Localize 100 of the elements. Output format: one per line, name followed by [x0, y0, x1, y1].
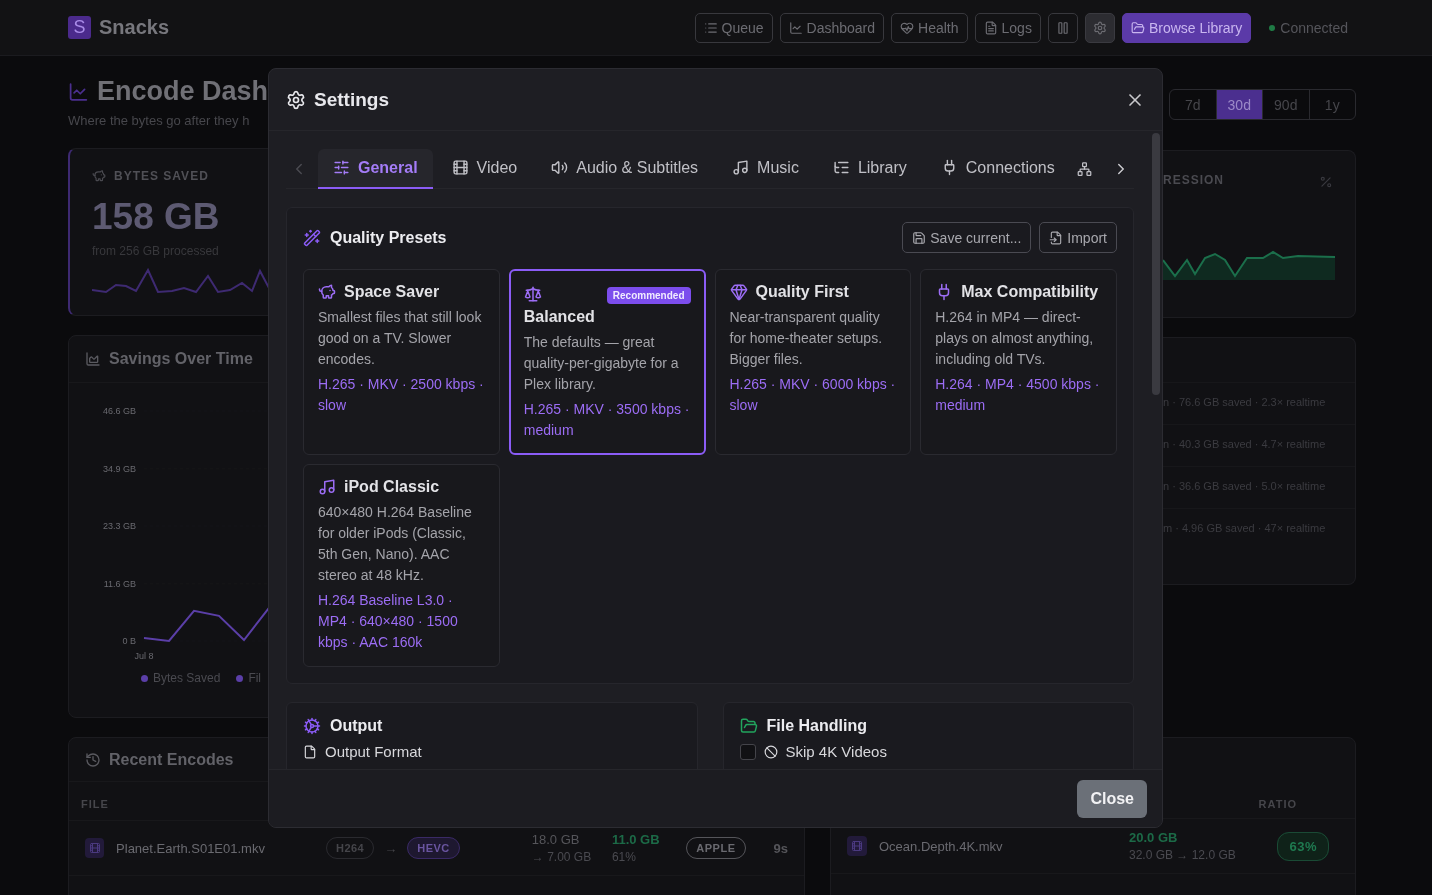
preset-specs: H.264 Baseline L3.0 · MP4 · 640×480 · 1500 kbps · AAC 160k: [318, 591, 459, 652]
preset-specs: H.264 · MP4 · 4500 kbps · medium: [935, 375, 1101, 415]
axis-tick-label: 0 B: [122, 636, 136, 646]
tab[interactable]: Library: [817, 148, 922, 189]
line-chart-icon: [788, 20, 803, 35]
option-label: Skip 4K Videos: [785, 743, 887, 760]
preset-card[interactable]: Max Compatibility H.264 in MP4 — direct-plays on almost anything, including old TVs. H.264 · MP4 · 4500 kbps · medium: [920, 269, 1117, 455]
preset-description: H.264 in MP4 — direct-plays on almost anything, including old TVs.: [935, 308, 1095, 369]
size-text: 18.0 GB: [531, 832, 581, 847]
app-name: Snacks: [99, 16, 170, 39]
panel-button[interactable]: Save current...: [902, 222, 1032, 253]
legend-label: Bytes Saved: [153, 671, 221, 685]
nav-button[interactable]: Dashboard: [779, 12, 885, 43]
film-icon: [85, 838, 105, 858]
pause-icon: [1055, 20, 1070, 35]
recommended-badge: Recommended: [606, 287, 691, 304]
file-name: Ocean.Depth.4K.mkv: [879, 838, 1004, 854]
settings-icon: [1092, 20, 1107, 35]
tree-list-icon: [832, 159, 850, 176]
magic-wand-icon: [303, 228, 321, 247]
gem-icon: [729, 283, 748, 301]
file-icon: [303, 744, 317, 759]
music-note-icon: [732, 159, 750, 176]
nav-button[interactable]: Logs: [974, 12, 1041, 43]
tab[interactable]: Music: [717, 148, 814, 189]
legend-label: Fil: [248, 671, 262, 685]
preset-name: iPod Classic: [344, 478, 440, 496]
preset-name: Balanced: [523, 308, 596, 326]
tab[interactable]: Video: [436, 148, 533, 189]
legend-dot: [141, 674, 148, 682]
gears-icon: [303, 717, 321, 735]
preset-name: Max Compatibility: [961, 283, 1099, 301]
preset-name: Space Saver: [344, 283, 440, 301]
codec-tag: HEVC: [407, 837, 460, 859]
size-text: 32.0 GB → 12.0 GB: [1129, 848, 1236, 862]
stat-label: BYTES SAVED: [114, 169, 209, 183]
piggy-bank-icon: [92, 169, 106, 183]
preset-specs: H.265 · MKV · 3500 kbps · medium: [523, 400, 691, 440]
percent-icon: [1319, 175, 1333, 189]
axis-tick-label: 11.6 GB: [103, 578, 136, 589]
music-note-icon: [318, 478, 336, 496]
size-text: → 7.00 GB: [531, 850, 593, 864]
saved-amount: 20.0 GB: [1129, 830, 1179, 845]
axis-tick-label: 46.6 GB: [102, 406, 136, 416]
scale-icon: [523, 284, 542, 303]
status-dot: [1269, 24, 1276, 31]
close-button[interactable]: Close: [1077, 779, 1147, 818]
preset-card[interactable]: Space Saver Smallest files that still look good on a TV. Slower encodes. H.265 · MKV · 2500 kbps · slow: [303, 269, 500, 455]
file-import-icon: [1049, 230, 1064, 245]
ratio-tag: 63%: [1277, 831, 1329, 861]
preset-description: Near-transparent quality for home-theater setups. Bigger files.: [729, 308, 884, 369]
card-title: Savings Over Time: [109, 350, 253, 368]
checkbox[interactable]: [739, 743, 756, 760]
arrow-text: →: [384, 840, 398, 856]
section-title: File Handling: [766, 717, 867, 735]
preset-card[interactable]: Recommended Balanced The defaults — great quality-per-gigabyte for a Plex library. H.265 · MKV · 3500 kbps · medium: [508, 269, 706, 455]
tab[interactable]: Connections: [925, 148, 1070, 189]
preset-card[interactable]: iPod Classic 640×480 H.264 Baseline for older iPods (Classic, 5th Gen, Nano). AAC stereo at 48 kHz. H.264 Baseline L3.0 · MP4 · 640×480 · 1500 kbps · AAC 160k: [303, 464, 500, 667]
field-label: Output Format: [325, 743, 422, 760]
save-icon: [912, 230, 927, 245]
preset-specs: H.265 · MKV · 2500 kbps · slow: [318, 375, 485, 415]
section-title: Output: [330, 717, 383, 735]
panel-button[interactable]: Import: [1039, 222, 1117, 253]
page-title: Encode Dash: [96, 76, 268, 107]
sliders-icon: [333, 159, 350, 176]
connection-status: Connected: [1280, 19, 1348, 36]
file-name: Planet.Earth.S01E01.mkv: [116, 840, 266, 856]
folder-icon: [1130, 20, 1145, 35]
app-logo: S: [68, 16, 91, 39]
preset-name: Quality First: [755, 283, 849, 301]
preset-description: The defaults — great quality-per-gigabyte for a Plex library.: [523, 333, 680, 394]
icon-button[interactable]: [1084, 12, 1115, 43]
duration-text: 9s: [773, 840, 788, 856]
ban-icon: [763, 744, 778, 759]
nav-button[interactable]: Health: [891, 12, 968, 43]
list-icon: [703, 20, 718, 35]
card-title: Recent Encodes: [109, 750, 234, 769]
saved-amount: 11.0 GB: [611, 832, 661, 847]
saved-percent: 61%: [611, 850, 637, 864]
piggy-bank-icon: [318, 283, 336, 301]
icon-button[interactable]: [1047, 12, 1078, 43]
film-icon: [847, 836, 867, 856]
axis-tick-label: Jul 8: [134, 651, 154, 661]
preset-description: 640×480 H.264 Baseline for older iPods (Classic, 5th Gen, Nano). AAC stereo at 48 kHz.: [318, 503, 473, 585]
axis-tick-label: 23.3 GB: [102, 521, 136, 531]
stat-value: 158 GB: [92, 196, 221, 238]
section-title: Quality Presets: [330, 228, 447, 247]
axis-tick-label: 34.9 GB: [102, 463, 136, 474]
heart-icon: [900, 20, 915, 35]
dialog-title: Settings: [314, 88, 389, 111]
tab[interactable]: Audio & Subtitles: [536, 148, 714, 189]
settings-icon: [286, 89, 306, 110]
speaker-icon: [551, 159, 569, 176]
history-icon: [85, 751, 101, 768]
nav-button[interactable]: Queue: [694, 12, 773, 43]
tab[interactable]: General: [318, 148, 433, 189]
nav-button[interactable]: Browse Library: [1121, 12, 1252, 43]
area-chart-icon: [85, 351, 101, 367]
preset-description: Smallest files that still look good on a TV. Slower encodes.: [318, 308, 483, 369]
preset-card[interactable]: Quality First Near-transparent quality for home-theater setups. Bigger files. H.265 · MKV · 6000 kbps · slow: [714, 269, 912, 455]
